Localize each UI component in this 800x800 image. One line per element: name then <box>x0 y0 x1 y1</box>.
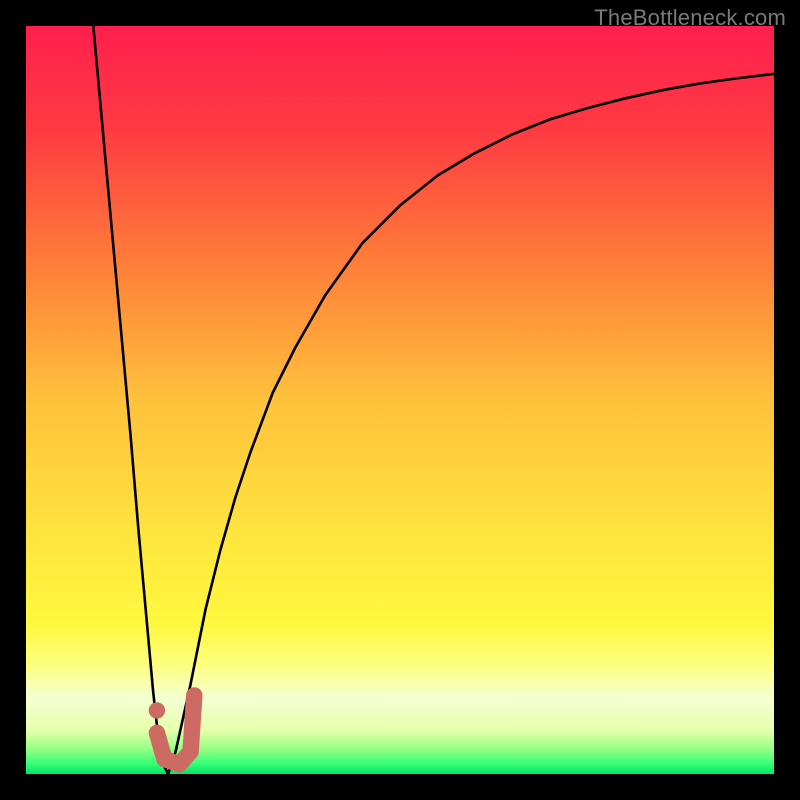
bottleneck-curve <box>93 26 774 774</box>
chart-overlay <box>26 26 774 774</box>
watermark-text: TheBottleneck.com <box>594 5 786 31</box>
marker-dot <box>149 702 165 718</box>
plot-area <box>26 26 774 774</box>
outer-frame: TheBottleneck.com <box>0 0 800 800</box>
